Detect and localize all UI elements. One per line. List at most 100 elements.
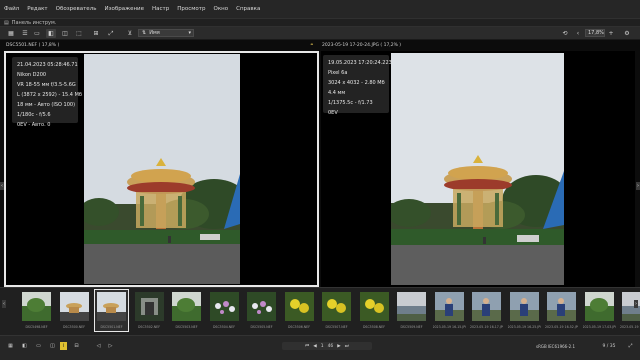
- rotate-icon[interactable]: ⟲: [560, 29, 570, 38]
- menu-item[interactable]: Просмотр: [177, 6, 205, 12]
- last-page-icon[interactable]: ⏭: [345, 343, 349, 349]
- single-view-icon[interactable]: ▭: [32, 29, 42, 38]
- filmstrip-thumb[interactable]: DSC5508.NEF: [358, 290, 391, 331]
- tools-panel-label: Панель инструм.: [11, 19, 57, 26]
- filmstrip-thumb[interactable]: DSC5498.NEF: [20, 290, 53, 331]
- prev-file-icon[interactable]: ◁: [94, 342, 103, 350]
- thumb-image: [584, 292, 614, 321]
- thumb-caption: DSC5503.NEF: [175, 325, 198, 329]
- page-count: 46: [327, 343, 334, 349]
- info-line: 19.05.2023 17:20:24.223: [328, 60, 392, 66]
- thumb-caption: DSC5506.NEF: [287, 325, 311, 329]
- grid-icon[interactable]: ▦: [6, 342, 15, 350]
- menu-item[interactable]: Обозреватель: [56, 6, 97, 12]
- sync-icon[interactable]: ⊞: [90, 29, 102, 38]
- thumb-image: [59, 292, 89, 321]
- thumb-caption: DSC5500.NEF: [62, 325, 86, 329]
- right-compare-pane[interactable]: 19.05.2023 17:20:24.223 Pixel 6a 3024 x 40…: [321, 51, 635, 287]
- zoom-value: 17,8%: [588, 30, 604, 36]
- browser-icon[interactable]: ▭: [34, 342, 43, 350]
- settings-icon[interactable]: ⚙: [622, 29, 632, 38]
- zoom-in-icon[interactable]: +: [607, 29, 615, 38]
- filmstrip-thumb[interactable]: DSC5500.NEF: [58, 290, 91, 331]
- zoom-fit-icon[interactable]: ⤢: [626, 342, 635, 350]
- thumb-caption: DSC5507.NEF: [325, 325, 348, 329]
- filmstrip-thumb[interactable]: DSC5504.NEF: [208, 290, 241, 331]
- layout-icon[interactable]: ⊟: [72, 342, 81, 350]
- filmstrip-thumb[interactable]: DSC5505.NEF: [245, 290, 278, 331]
- compare-icon[interactable]: ◧: [20, 342, 29, 350]
- right-panel-toggle-icon[interactable]: ›: [636, 182, 640, 190]
- tools-panel-bar[interactable]: ▤ Панель инструм.: [0, 18, 640, 27]
- left-info-overlay: 21.04.2023 05:28:46.71 Nikon D200 VR 18-55…: [12, 57, 82, 128]
- thumb-caption: 2023-05-19 16-15.JPG: [432, 325, 466, 329]
- filmstrip-thumb[interactable]: DSC5502.NEF: [133, 290, 166, 331]
- page-nav[interactable]: ⏮ ◀ 1 46 ▶ ⏭: [282, 342, 372, 350]
- list-view-icon[interactable]: ☰: [20, 29, 30, 38]
- menu-bar: Файл Редакт Обозреватель Изображение Настр Пр…: [0, 0, 640, 18]
- filmstrip-thumb[interactable]: DSC5501.NEF: [94, 289, 129, 332]
- filmstrip-thumb[interactable]: 2023-05-19 16-17.JPG: [470, 290, 503, 331]
- filter-icon[interactable]: ⊻: [125, 29, 135, 38]
- thumb-image: [509, 292, 539, 321]
- tools-panel-icon: ▤: [4, 19, 9, 26]
- zoom-select[interactable]: 17,8%: [585, 29, 605, 37]
- filmstrip-thumb[interactable]: 2023-05-19 16-25.JPG: [508, 290, 541, 331]
- menu-item[interactable]: Окно: [213, 6, 228, 12]
- thumb-caption: 2023-05-19 16-17.JPG: [470, 325, 503, 329]
- filmstrip-thumb[interactable]: DSC5506.NEF: [283, 290, 316, 331]
- color-profile-label: sRGB IEC61966-2.1: [536, 343, 576, 349]
- two-pane-icon[interactable]: ◫: [60, 29, 70, 38]
- first-page-icon[interactable]: ⏮: [305, 343, 309, 349]
- filmstrip-right-icon[interactable]: ›: [634, 300, 638, 308]
- sort-select[interactable]: ⇅ Имя ▾: [138, 29, 194, 37]
- info-icon[interactable]: i: [60, 342, 67, 350]
- menu-item[interactable]: Настр: [152, 6, 169, 12]
- fullscreen-icon[interactable]: ⬚: [74, 29, 84, 38]
- compare-view-icon[interactable]: ◧: [46, 29, 56, 38]
- filmstrip-thumb[interactable]: 2023-05-19 16-15.JPG: [433, 290, 466, 331]
- menu-item[interactable]: Изображение: [104, 6, 144, 12]
- info-line: VR 18-55 мм f/3.5-5.6G: [17, 82, 76, 88]
- thumb-caption: DSC5498.NEF: [25, 325, 48, 329]
- thumb-image: [322, 292, 351, 321]
- next-page-icon[interactable]: ▶: [337, 344, 340, 349]
- left-compare-pane[interactable]: 21.04.2023 05:28:46.71 Nikon D200 VR 18-55…: [4, 51, 319, 287]
- left-pane-header: DSC5501.NEF ( 17,8% ): [6, 41, 59, 50]
- link-icon[interactable]: ⚭: [310, 41, 314, 50]
- filmstrip-thumb[interactable]: 2023-05-19 17-03.JPG: [583, 290, 616, 331]
- info-line: 1/1375.5с - f/1.73: [328, 100, 373, 106]
- grid-view-icon[interactable]: ▦: [6, 29, 16, 38]
- filmstrip-thumb[interactable]: DSC5503.NEF: [170, 290, 203, 331]
- right-photo: [391, 53, 564, 285]
- fit-icon[interactable]: ⤢: [106, 29, 116, 38]
- filmstrip-thumb[interactable]: 2023-05-19 17-08.JPG: [620, 290, 640, 331]
- thumb-caption: 2023-05-19 16-25.JPG: [507, 325, 541, 329]
- filmstrip-thumb[interactable]: DSC5507.NEF: [320, 290, 353, 331]
- thumb-image: [209, 292, 239, 321]
- right-pane-header: 2023-05-19 17-20-24.JPG ( 17,2% ): [322, 41, 401, 50]
- filmstrip-thumb[interactable]: DSC5509.NEF: [395, 290, 428, 331]
- thumb-image: [22, 292, 51, 321]
- filmstrip-left-icon[interactable]: ‹: [2, 300, 6, 308]
- prev-icon[interactable]: ‹: [574, 29, 582, 38]
- info-line: 1/180с - f/5.6: [17, 112, 51, 118]
- info-line: 18 мм - Авто (ISO 100): [17, 102, 76, 108]
- prev-page-icon[interactable]: ◀: [313, 344, 316, 349]
- thumb-image: [172, 292, 201, 321]
- info-line: 4.4 мм: [328, 90, 346, 96]
- thumb-caption: DSC5505.NEF: [250, 325, 273, 329]
- sort-value: Имя: [149, 30, 160, 36]
- menu-item[interactable]: Справка: [236, 6, 260, 12]
- thumb-image: [434, 292, 464, 321]
- viewer-icon[interactable]: ◫: [48, 342, 57, 350]
- thumb-caption: DSC5501.NEF: [100, 325, 123, 329]
- thumb-caption: DSC5509.NEF: [400, 325, 423, 329]
- next-file-icon[interactable]: ▷: [106, 342, 115, 350]
- chevron-down-icon: ▾: [188, 30, 191, 36]
- info-line: Pixel 6a: [328, 70, 348, 76]
- thumb-image: [284, 292, 314, 321]
- menu-item[interactable]: Редакт: [27, 6, 47, 12]
- menu-item[interactable]: Файл: [4, 6, 19, 12]
- filmstrip-thumb[interactable]: 2023-05-19 16-52.JPG: [545, 290, 578, 331]
